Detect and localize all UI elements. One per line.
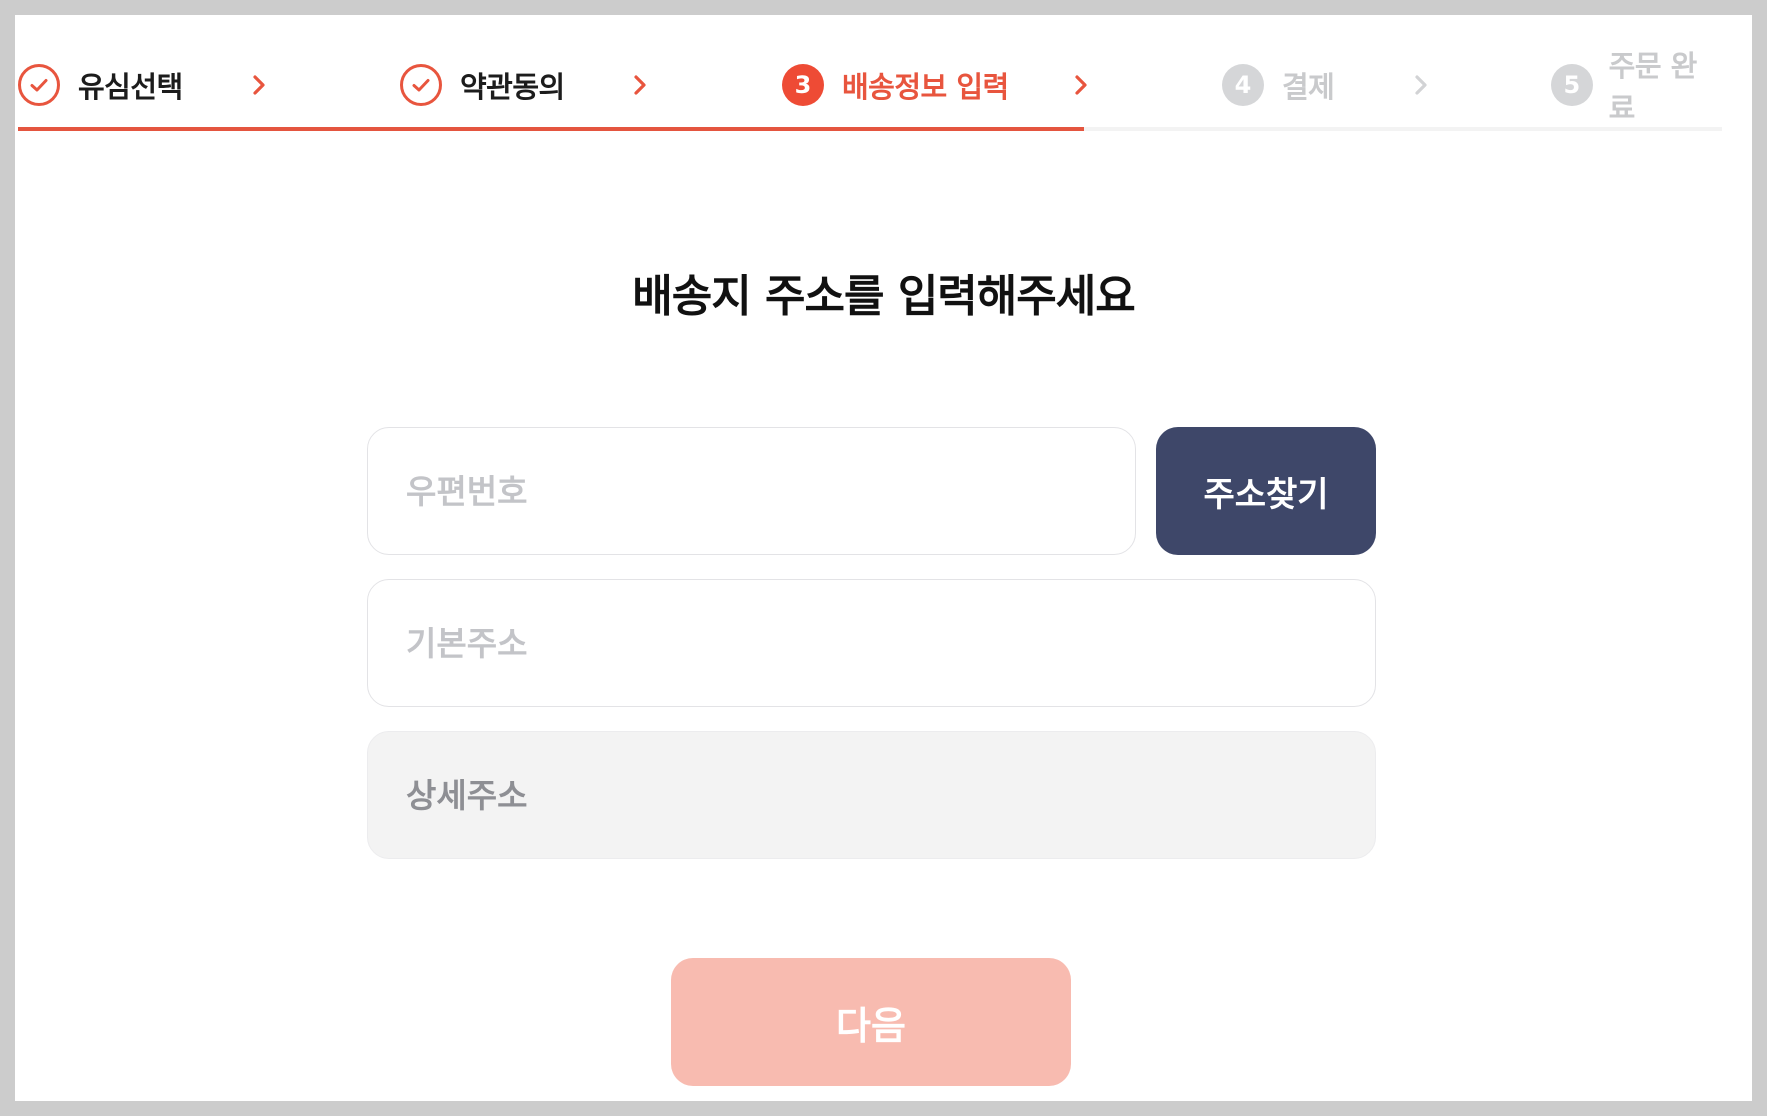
step-label: 유심선택 bbox=[78, 70, 183, 104]
order-stepper: 유심선택 약관동의 3 배송정보 입력 4 결제 5 주문 완료 bbox=[18, 15, 1722, 133]
progress-track-fill bbox=[18, 127, 1084, 131]
detail-address-input[interactable] bbox=[367, 731, 1376, 859]
step-label: 배송정보 입력 bbox=[842, 70, 1009, 104]
postal-code-input[interactable] bbox=[367, 427, 1136, 555]
step-number-badge: 3 bbox=[782, 64, 824, 106]
step-label: 약관동의 bbox=[460, 70, 565, 104]
step-number-badge: 4 bbox=[1222, 64, 1264, 106]
page-title: 배송지 주소를 입력해주세요 bbox=[632, 271, 1135, 322]
check-circle-icon bbox=[400, 64, 442, 106]
chevron-right-icon bbox=[1075, 75, 1087, 95]
step-usim-select: 유심선택 bbox=[18, 62, 183, 108]
check-circle-icon bbox=[18, 64, 60, 106]
step-label: 주문 완료 bbox=[1608, 49, 1698, 125]
base-address-input[interactable] bbox=[367, 579, 1376, 707]
chevron-right-icon bbox=[634, 75, 646, 95]
step-payment: 4 결제 bbox=[1222, 62, 1335, 108]
step-number-badge: 5 bbox=[1551, 64, 1593, 106]
step-order-complete: 5 주문 완료 bbox=[1551, 49, 1722, 125]
step-shipping-info: 3 배송정보 입력 bbox=[782, 62, 1009, 108]
step-label: 결제 bbox=[1282, 70, 1335, 104]
next-button[interactable]: 다음 bbox=[671, 958, 1071, 1086]
step-terms-agree: 약관동의 bbox=[400, 62, 565, 108]
page-frame: 유심선택 약관동의 3 배송정보 입력 4 결제 5 주문 완료 배송지 주소를 bbox=[15, 15, 1752, 1101]
chevron-right-icon bbox=[1415, 75, 1427, 95]
address-search-button[interactable]: 주소찾기 bbox=[1156, 427, 1376, 555]
chevron-right-icon bbox=[253, 75, 265, 95]
